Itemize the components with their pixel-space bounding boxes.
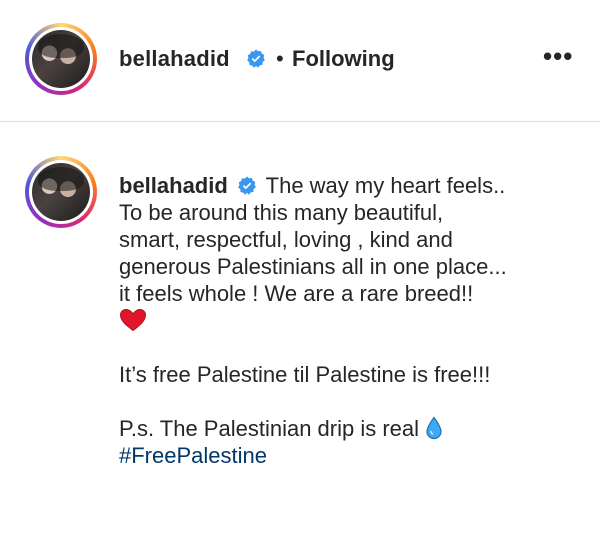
caption-avatar[interactable] (25, 156, 97, 228)
caption-line-5: it feels whole ! We are a rare breed!! (119, 281, 474, 306)
avatar-photo (32, 30, 90, 88)
caption-username[interactable]: bellahadid (119, 173, 228, 198)
verified-badge-icon (247, 49, 265, 68)
more-options-icon[interactable]: ••• (543, 43, 573, 69)
post-header: bellahadid • Following ••• (0, 0, 600, 122)
droplet-emoji-icon (426, 416, 442, 440)
profile-avatar[interactable] (25, 23, 97, 95)
caption-line-2: To be around this many beautiful, (119, 200, 444, 225)
caption-line-6: It’s free Palestine til Palestine is fre… (119, 362, 491, 387)
verified-badge-icon (238, 176, 256, 195)
heart-emoji-icon (119, 308, 147, 332)
caption-line-1: The way my heart feels.. (265, 173, 506, 198)
caption-text: bellahadid The way my heart feels.. To b… (119, 172, 589, 469)
separator-dot: • (276, 46, 284, 71)
caption-line-7: P.s. The Palestinian drip is real (119, 416, 420, 441)
avatar-photo (32, 163, 90, 221)
hashtag-link[interactable]: #FreePalestine (119, 442, 589, 469)
caption-line-4: generous Palestinians all in one place..… (119, 254, 507, 279)
header-username[interactable]: bellahadid (119, 46, 230, 72)
following-button[interactable]: Following (292, 46, 395, 72)
caption-line-3: smart, respectful, loving , kind and (119, 227, 453, 252)
